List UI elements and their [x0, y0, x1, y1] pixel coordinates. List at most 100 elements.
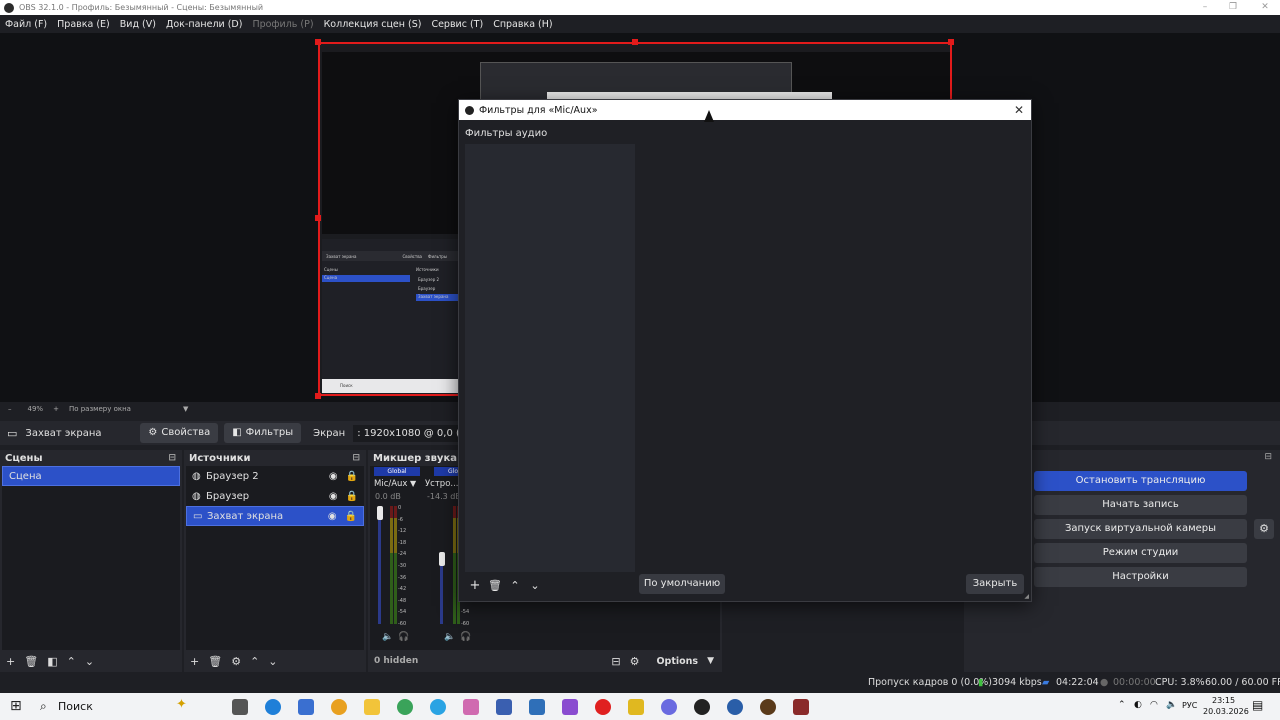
volume-slider-handle[interactable] — [439, 552, 445, 566]
trash-icon[interactable]: 🗑 — [486, 577, 504, 595]
start-record-button[interactable]: Начать запись — [1034, 495, 1247, 515]
trash-icon[interactable]: 🗑 — [208, 655, 222, 668]
volume-slider-handle[interactable] — [377, 506, 383, 520]
resize-handle-bottom-left[interactable] — [315, 393, 321, 399]
chevron-down-icon[interactable]: ▼ — [707, 656, 714, 666]
volume-icon[interactable]: 🔈 — [1166, 700, 1177, 710]
chevron-down-icon[interactable]: ⌄ — [268, 655, 277, 668]
input-language[interactable]: РУС — [1182, 701, 1197, 710]
chevron-up-icon[interactable]: ⌃ — [506, 577, 524, 595]
source-item-browser-2[interactable]: ◍ Браузер 2 ◉ 🔒 — [186, 466, 364, 486]
lock-icon[interactable]: 🔒 — [346, 491, 358, 502]
resize-grip-icon[interactable]: ◢ — [1024, 593, 1029, 600]
tray-icon[interactable]: ◐ — [1134, 700, 1142, 710]
source-item-browser[interactable]: ◍ Браузер ◉ 🔒 — [186, 486, 364, 506]
windows-start-icon[interactable]: ⊞ — [10, 698, 22, 714]
headphones-icon[interactable]: 🎧 — [460, 632, 471, 642]
app-icon[interactable] — [793, 699, 809, 715]
source-item-screen-capture[interactable]: ▭ Захват экрана ◉ 🔒 — [186, 506, 364, 526]
zoom-in-button[interactable]: + — [53, 405, 59, 413]
app-icon[interactable] — [760, 699, 776, 715]
speaker-icon[interactable]: 🔈 — [382, 632, 393, 642]
dock-menu-icon[interactable]: ⊟ — [352, 453, 360, 463]
dock-menu-icon[interactable]: ⊟ — [168, 453, 176, 463]
eye-icon[interactable]: ◉ — [328, 511, 337, 522]
chevron-down-icon[interactable]: ⌄ — [85, 655, 94, 668]
wifi-icon[interactable]: ◠ — [1150, 700, 1158, 710]
eye-icon[interactable]: ◉ — [329, 471, 338, 482]
chevron-up-icon[interactable]: ⌃ — [250, 655, 259, 668]
app-icon[interactable] — [496, 699, 512, 715]
chevron-down-icon[interactable]: ▼ — [410, 479, 416, 488]
fit-mode-select[interactable]: По размеру окна — [69, 405, 175, 413]
properties-button[interactable]: ⚙ Свойства — [140, 423, 219, 443]
menu-tools[interactable]: Сервис (T) — [426, 19, 488, 30]
chevron-down-icon[interactable]: ▼ — [183, 405, 188, 413]
menu-view[interactable]: Вид (V) — [115, 19, 161, 30]
maximize-button[interactable]: ❐ — [1218, 0, 1248, 15]
options-button[interactable]: Options — [656, 656, 698, 667]
filter-icon[interactable]: ◧ — [47, 655, 57, 668]
gear-icon[interactable]: ⚙ — [630, 655, 640, 668]
app-icon[interactable] — [727, 699, 743, 715]
menu-help[interactable]: Справка (H) — [488, 19, 557, 30]
lock-icon[interactable]: 🔒 — [346, 471, 358, 482]
chevron-down-icon[interactable]: ⌄ — [526, 577, 544, 595]
search-icon[interactable]: ⌕ — [40, 699, 47, 714]
firefox-icon[interactable] — [331, 699, 347, 715]
stop-stream-button[interactable]: Остановить трансляцию — [1034, 471, 1247, 491]
layout-icon[interactable]: ⊟ — [611, 655, 620, 668]
menu-file[interactable]: Файл (F) — [0, 19, 52, 30]
chrome-icon[interactable] — [397, 699, 413, 715]
gear-icon[interactable]: ⚙ — [231, 655, 241, 668]
headphones-icon[interactable]: 🎧 — [398, 632, 409, 642]
menu-edit[interactable]: Правка (E) — [52, 19, 115, 30]
lock-icon[interactable]: 🔒 — [345, 511, 357, 522]
opera-icon[interactable] — [595, 699, 611, 715]
edge-icon[interactable] — [265, 699, 281, 715]
virtual-camera-button[interactable]: Запуск виртуальной камеры — [1034, 519, 1247, 539]
add-filter-icon[interactable]: + — [466, 577, 484, 595]
resize-handle-left[interactable] — [315, 215, 321, 221]
notification-icon[interactable]: ▤ — [1252, 698, 1263, 712]
taskbar-search[interactable]: Поиск — [58, 700, 93, 713]
chevron-up-icon[interactable]: ⌃ — [67, 655, 76, 668]
trash-icon[interactable]: 🗑 — [24, 655, 38, 668]
defaults-button[interactable]: По умолчанию — [639, 574, 725, 594]
resize-handle-top-left[interactable] — [315, 39, 321, 45]
studio-mode-button[interactable]: Режим студии — [1034, 543, 1247, 563]
menu-scene-collection[interactable]: Коллекция сцен (S) — [319, 19, 427, 30]
minimize-button[interactable]: – — [1190, 0, 1220, 15]
eye-icon[interactable]: ◉ — [329, 491, 338, 502]
task-view-icon[interactable] — [232, 699, 248, 715]
add-icon[interactable]: + — [190, 655, 199, 668]
speaker-icon[interactable]: 🔈 — [444, 632, 455, 642]
dock-menu-icon[interactable]: ⊟ — [1264, 452, 1272, 462]
clock-time[interactable]: 23:15 — [1212, 696, 1235, 705]
app-icon[interactable] — [463, 699, 479, 715]
app-icon[interactable] — [529, 699, 545, 715]
resize-handle-top[interactable] — [632, 39, 638, 45]
clock-date[interactable]: 20.03.2026 — [1203, 707, 1249, 716]
menu-docks[interactable]: Док-панели (D) — [161, 19, 247, 30]
app-icon[interactable] — [628, 699, 644, 715]
dialog-title-bar[interactable]: Фильтры для «Mic/Aux» ✕ — [459, 100, 1031, 120]
telegram-icon[interactable] — [430, 699, 446, 715]
scene-item[interactable]: Сцена — [2, 466, 180, 486]
audio-filters-list[interactable] — [465, 144, 635, 572]
close-window-button[interactable]: ✕ — [1250, 0, 1280, 15]
gear-icon[interactable]: ⚙ — [1254, 519, 1274, 539]
calculator-icon[interactable] — [298, 699, 314, 715]
explorer-icon[interactable] — [364, 699, 380, 715]
obs-taskbar-icon[interactable] — [694, 699, 710, 715]
settings-button[interactable]: Настройки — [1034, 567, 1247, 587]
close-icon[interactable]: ✕ — [1011, 102, 1027, 118]
add-icon[interactable]: + — [6, 655, 15, 668]
app-icon[interactable] — [661, 699, 677, 715]
close-button[interactable]: Закрыть — [966, 574, 1024, 594]
filters-button[interactable]: ◧ Фильтры — [224, 423, 302, 443]
tray-chevron-up-icon[interactable]: ⌃ — [1118, 700, 1126, 710]
app-icon[interactable] — [562, 699, 578, 715]
zoom-out-button[interactable]: – — [8, 405, 12, 413]
resize-handle-top-right[interactable] — [948, 39, 954, 45]
